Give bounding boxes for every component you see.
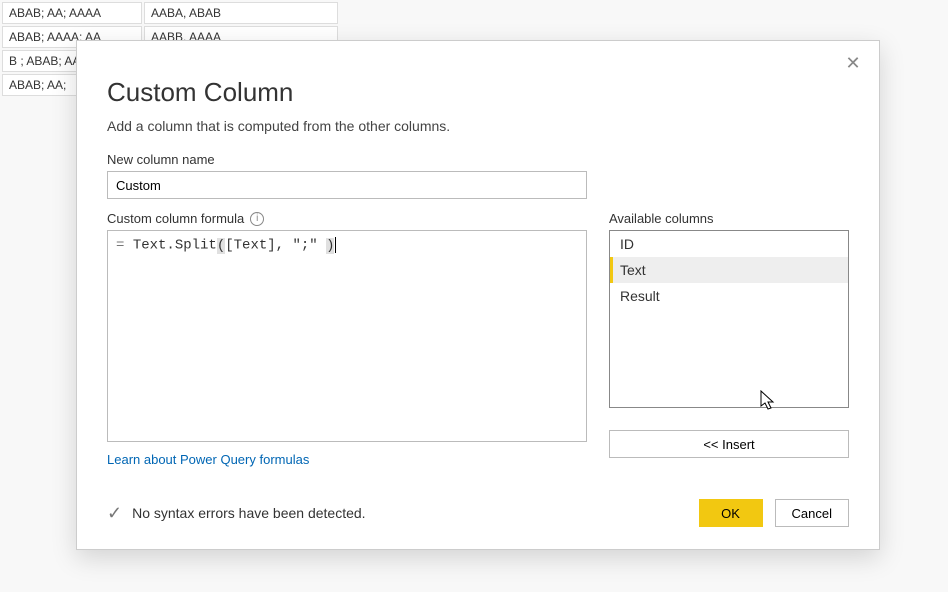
cell[interactable]: AABA, ABAB <box>144 2 338 24</box>
close-icon[interactable]: ✕ <box>841 51 865 75</box>
available-column-result[interactable]: Result <box>610 283 848 309</box>
dialog-title: Custom Column <box>107 77 849 108</box>
table-row: ABAB; AA; AAAA AABA, ABAB <box>2 2 338 24</box>
available-columns-label: Available columns <box>609 211 849 226</box>
formula-string: ";" <box>292 238 326 254</box>
cancel-button[interactable]: Cancel <box>775 499 849 527</box>
formula-editor[interactable]: = Text.Split([Text], ";" ) <box>107 230 587 442</box>
formula-sep: , <box>276 238 293 254</box>
ok-button[interactable]: OK <box>699 499 763 527</box>
check-icon: ✓ <box>107 503 122 524</box>
available-columns-list[interactable]: ID Text Result <box>609 230 849 408</box>
status-text: No syntax errors have been detected. <box>132 505 365 521</box>
formula-column-ref: [Text] <box>225 238 275 254</box>
learn-link[interactable]: Learn about Power Query formulas <box>107 452 309 467</box>
new-column-name-label: New column name <box>107 152 849 167</box>
close-paren: ) <box>326 238 334 254</box>
cell[interactable]: ABAB; AA; AAAA <box>2 2 142 24</box>
dialog-subtitle: Add a column that is computed from the o… <box>107 118 849 134</box>
open-paren: ( <box>217 238 225 254</box>
new-column-name-input[interactable] <box>107 171 587 199</box>
insert-button[interactable]: << Insert <box>609 430 849 458</box>
custom-column-dialog: ✕ Custom Column Add a column that is com… <box>76 40 880 550</box>
formula-label: Custom column formula <box>107 211 244 226</box>
info-icon[interactable]: i <box>250 212 264 226</box>
available-column-id[interactable]: ID <box>610 231 848 257</box>
formula-function: Text.Split <box>133 238 217 254</box>
dialog-footer: ✓ No syntax errors have been detected. O… <box>107 499 849 527</box>
text-cursor <box>335 237 336 253</box>
available-column-text[interactable]: Text <box>610 257 848 283</box>
formula-prefix: = <box>116 238 133 254</box>
